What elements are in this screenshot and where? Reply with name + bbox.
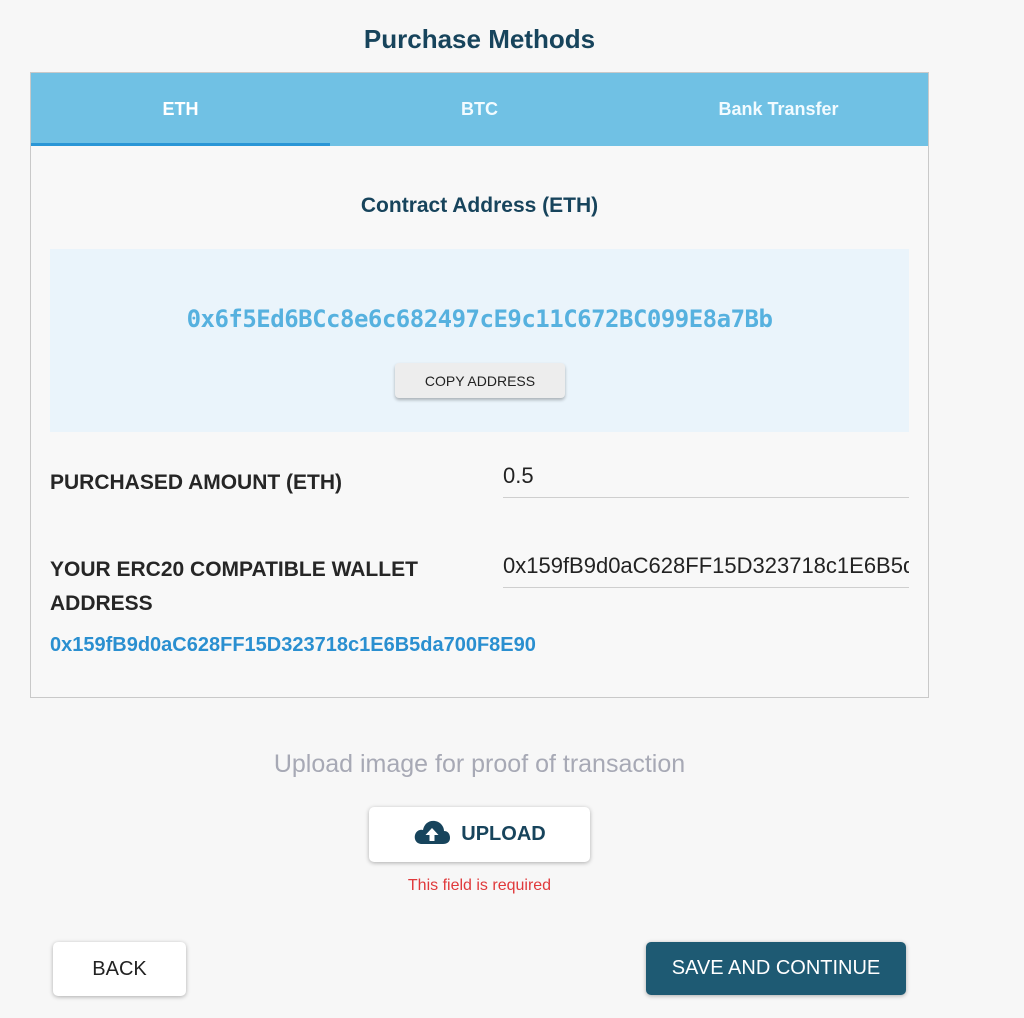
upload-error-message: This field is required <box>407 877 552 894</box>
tab-eth[interactable]: ETH <box>31 73 330 146</box>
cloud-upload-icon <box>413 819 451 851</box>
tab-btc[interactable]: BTC <box>330 73 629 146</box>
wallet-address-link[interactable]: 0x159fB9d0aC628FF15D323718c1E6B5da700F8E… <box>50 634 536 657</box>
page-title: Purchase Methods <box>363 24 596 54</box>
upload-button-label: UPLOAD <box>461 823 546 845</box>
upload-button[interactable]: UPLOAD <box>369 807 590 862</box>
wallet-address-label: YOUR ERC20 COMPATIBLE WALLET ADDRESS <box>50 553 418 621</box>
copy-address-button[interactable]: COPY ADDRESS <box>395 363 565 398</box>
contract-address-value: 0x6f5Ed6BCc8e6c682497cE9c11C672BC099E8a7… <box>186 305 773 333</box>
purchase-methods-card: ETH BTC Bank Transfer Contract Address (… <box>30 72 929 698</box>
tab-bar: ETH BTC Bank Transfer <box>31 73 928 146</box>
tab-bank-transfer[interactable]: Bank Transfer <box>629 73 928 146</box>
contract-address-title: Contract Address (ETH) <box>360 194 599 217</box>
wallet-address-label-line1: YOUR ERC20 COMPATIBLE WALLET <box>50 558 418 581</box>
back-button[interactable]: BACK <box>53 942 186 996</box>
wallet-address-label-line2: ADDRESS <box>50 592 153 615</box>
upload-hint: Upload image for proof of transaction <box>273 750 686 778</box>
contract-address-box: 0x6f5Ed6BCc8e6c682497cE9c11C672BC099E8a7… <box>50 249 909 432</box>
wallet-address-input[interactable] <box>503 553 909 588</box>
purchased-amount-label: PURCHASED AMOUNT (ETH) <box>50 471 343 494</box>
purchased-amount-input[interactable] <box>503 463 909 498</box>
save-and-continue-button[interactable]: SAVE AND CONTINUE <box>646 942 906 995</box>
